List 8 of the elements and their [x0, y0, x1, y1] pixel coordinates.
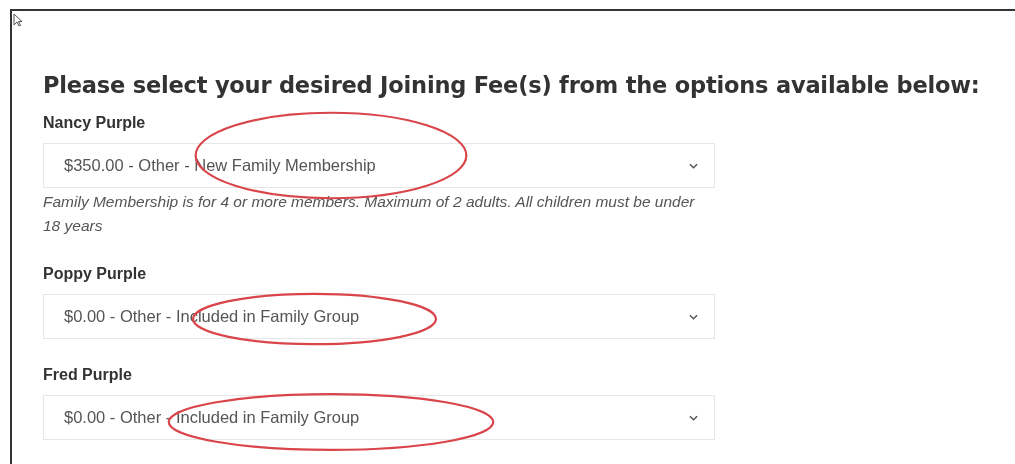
chevron-down-icon: [689, 313, 698, 320]
chevron-down-icon: [689, 414, 698, 421]
form-heading: Please select your desired Joining Fee(s) from the options available below:: [43, 71, 980, 100]
member-name: Nancy Purple: [43, 113, 147, 133]
chevron-down-icon: [689, 162, 698, 169]
member-name: Poppy Purple: [43, 264, 148, 284]
cursor-icon: [13, 13, 23, 27]
member-name: Fred Purple: [43, 365, 133, 385]
